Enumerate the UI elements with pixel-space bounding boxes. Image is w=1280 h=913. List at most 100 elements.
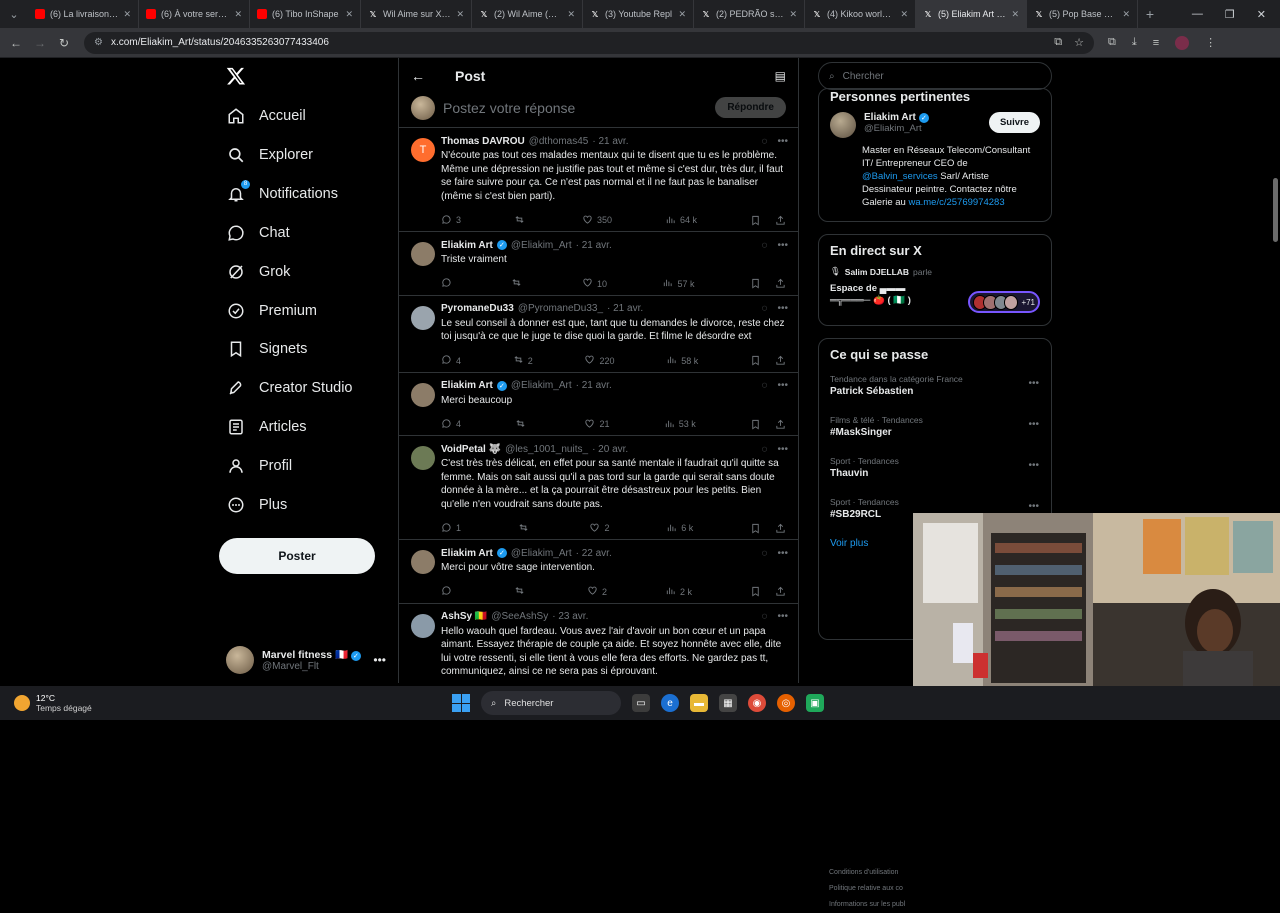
weather-widget[interactable]: 12°C Temps dégagé bbox=[0, 693, 240, 713]
like-action[interactable]: 2 bbox=[589, 522, 610, 535]
tweet-date[interactable]: · 21 avr. bbox=[576, 240, 612, 251]
footer-link[interactable]: Conditions d'utilisation bbox=[829, 865, 905, 881]
grok-icon[interactable]: ◌ bbox=[762, 548, 768, 559]
forward-icon[interactable]: → bbox=[28, 36, 52, 50]
post-button[interactable]: Poster bbox=[219, 538, 375, 574]
footer-link[interactable]: Politique relative aux co bbox=[829, 881, 905, 897]
close-tab-icon[interactable]: ✕ bbox=[567, 9, 575, 20]
repost-action[interactable] bbox=[515, 418, 530, 431]
reply-tweet[interactable]: Eliakim Art ✓ @Eliakim_Art · 22 avr. ◌ ••• Mer… bbox=[399, 540, 798, 604]
account-more-icon[interactable]: ••• bbox=[373, 653, 386, 667]
more-options-icon[interactable]: ••• bbox=[777, 380, 788, 391]
repost-action[interactable] bbox=[518, 522, 533, 535]
more-options-icon[interactable]: ••• bbox=[777, 444, 788, 455]
tweet-date[interactable]: · 21 avr. bbox=[576, 380, 612, 391]
back-icon[interactable]: ← bbox=[4, 36, 28, 50]
edge-icon[interactable]: e bbox=[661, 694, 679, 712]
browser-tab[interactable]: 𝕏 (5) Pop Base sur X ✕ bbox=[1027, 0, 1138, 28]
restore-icon[interactable]: ❐ bbox=[1225, 8, 1235, 21]
views-action[interactable]: 2 k bbox=[665, 585, 692, 598]
grok-icon[interactable]: ◌ bbox=[762, 303, 768, 314]
close-tab-icon[interactable]: ✕ bbox=[789, 9, 797, 20]
chrome-icon[interactable]: ◉ bbox=[748, 694, 766, 712]
browser-menu-icon[interactable]: ⋮ bbox=[1205, 36, 1216, 49]
minimize-icon[interactable]: — bbox=[1192, 8, 1203, 21]
browser-tab[interactable]: 𝕏 (2) Wil Aime (@W ✕ bbox=[472, 0, 583, 28]
nav-item-grok[interactable]: Grok bbox=[227, 256, 290, 288]
trend-item[interactable]: Tendance dans la catégorie France Patrick… bbox=[819, 370, 1051, 411]
avatar[interactable] bbox=[411, 446, 435, 470]
site-info-icon[interactable]: ⚙ bbox=[94, 37, 103, 48]
avatar[interactable]: T bbox=[411, 138, 435, 162]
reply-tweet[interactable]: VoidPetal 🐺 @les_1001_nuits_ · 20 avr. ◌ •••… bbox=[399, 436, 798, 540]
tweet-author-name[interactable]: Eliakim Art bbox=[441, 548, 493, 559]
bookmark-icon[interactable] bbox=[750, 523, 761, 534]
back-arrow-icon[interactable]: ← bbox=[411, 68, 425, 84]
bookmark-icon[interactable] bbox=[750, 215, 761, 226]
more-options-icon[interactable]: ••• bbox=[777, 548, 788, 559]
share-icon[interactable] bbox=[775, 586, 786, 597]
share-icon[interactable] bbox=[775, 278, 786, 289]
avatar[interactable] bbox=[411, 550, 435, 574]
grok-icon[interactable]: ◌ bbox=[762, 380, 768, 391]
close-tab-icon[interactable]: ✕ bbox=[456, 9, 464, 20]
browser-tab[interactable]: (6) La livraison à d ✕ bbox=[28, 0, 139, 28]
tweet-date[interactable]: · 21 avr. bbox=[592, 136, 628, 147]
trend-item[interactable]: Sport · Tendances Thauvin ••• bbox=[819, 452, 1051, 493]
follow-button[interactable]: Suivre bbox=[988, 112, 1040, 133]
reply-action[interactable] bbox=[441, 585, 456, 598]
views-action[interactable]: 64 k bbox=[665, 214, 697, 227]
tweet-author-handle[interactable]: @Eliakim_Art bbox=[511, 380, 572, 391]
search-input[interactable]: ⌕ Chercher bbox=[818, 62, 1052, 90]
browser-tab[interactable]: 𝕏 (2) PEDRÃO sur X ✕ bbox=[694, 0, 805, 28]
media-icon[interactable]: ≡ bbox=[1153, 37, 1159, 49]
tweet-author-name[interactable]: Eliakim Art bbox=[441, 240, 493, 251]
nav-item-signets[interactable]: Signets bbox=[227, 333, 307, 365]
browser-tab[interactable]: (6) À votre service ✕ bbox=[139, 0, 250, 28]
grok-icon[interactable]: ◌ bbox=[762, 136, 768, 147]
repost-action[interactable] bbox=[511, 277, 526, 290]
close-tab-icon[interactable]: ✕ bbox=[678, 9, 686, 20]
file-explorer-icon[interactable]: ▬ bbox=[690, 694, 708, 712]
address-bar[interactable]: ⚙ x.com/Eliakim_Art/status/2046335263077… bbox=[84, 31, 1094, 54]
close-tab-icon[interactable]: ✕ bbox=[1011, 9, 1019, 20]
extensions-icon[interactable]: ⧉ bbox=[1108, 36, 1116, 49]
store-icon[interactable]: ▦ bbox=[719, 694, 737, 712]
reply-action[interactable]: 3 bbox=[441, 214, 461, 227]
tweet-author-handle[interactable]: @PyromaneDu33_ bbox=[518, 303, 603, 314]
tab-search-chevron-icon[interactable]: ⌄ bbox=[0, 0, 28, 28]
tweet-author-handle[interactable]: @les_1001_nuits_ bbox=[505, 444, 588, 455]
windows-start-icon[interactable] bbox=[452, 694, 470, 712]
tweet-author-name[interactable]: VoidPetal 🐺 bbox=[441, 444, 501, 455]
trend-item[interactable]: Films & télé · Tendances #MaskSinger ••• bbox=[819, 411, 1051, 452]
grok-icon[interactable]: ◌ bbox=[762, 611, 768, 622]
close-tab-icon[interactable]: ✕ bbox=[345, 9, 353, 20]
grok-icon[interactable]: ◌ bbox=[762, 444, 768, 455]
more-options-icon[interactable]: ••• bbox=[1028, 460, 1039, 471]
more-options-icon[interactable]: ••• bbox=[777, 303, 788, 314]
reload-icon[interactable]: ↻ bbox=[52, 36, 76, 50]
repost-action[interactable] bbox=[514, 585, 529, 598]
bookmark-icon[interactable] bbox=[750, 419, 761, 430]
browser-tab[interactable]: 𝕏 (4) Kikoo world su ✕ bbox=[805, 0, 916, 28]
nav-item-notifications[interactable]: 8 Notifications bbox=[227, 178, 338, 210]
profile-avatar[interactable] bbox=[1175, 35, 1190, 50]
like-action[interactable]: 350 bbox=[582, 214, 612, 227]
tweet-author-handle[interactable]: @Eliakim_Art bbox=[511, 240, 572, 251]
nav-item-chat[interactable]: Chat bbox=[227, 217, 290, 249]
app-icon[interactable]: ▣ bbox=[806, 694, 824, 712]
nav-item-articles[interactable]: Articles bbox=[227, 411, 307, 443]
bookmark-icon[interactable] bbox=[750, 278, 761, 289]
task-view-icon[interactable]: ▭ bbox=[632, 694, 650, 712]
bookmark-star-icon[interactable]: ☆ bbox=[1074, 36, 1084, 49]
reply-button[interactable]: Répondre bbox=[715, 97, 786, 118]
reply-action[interactable]: 1 bbox=[441, 522, 461, 535]
browser-tab[interactable]: (6) Tibo InShape ✕ bbox=[250, 0, 361, 28]
close-tab-icon[interactable]: ✕ bbox=[123, 9, 131, 20]
more-options-icon[interactable]: ••• bbox=[777, 136, 788, 147]
like-action[interactable]: 2 bbox=[587, 585, 607, 598]
share-icon[interactable] bbox=[775, 419, 786, 430]
account-switcher[interactable]: Marvel fitness 🇫🇷 ✓ @Marvel_Flt ••• bbox=[226, 644, 386, 676]
views-action[interactable]: 57 k bbox=[662, 277, 694, 290]
scrollbar-thumb[interactable] bbox=[1273, 178, 1278, 242]
